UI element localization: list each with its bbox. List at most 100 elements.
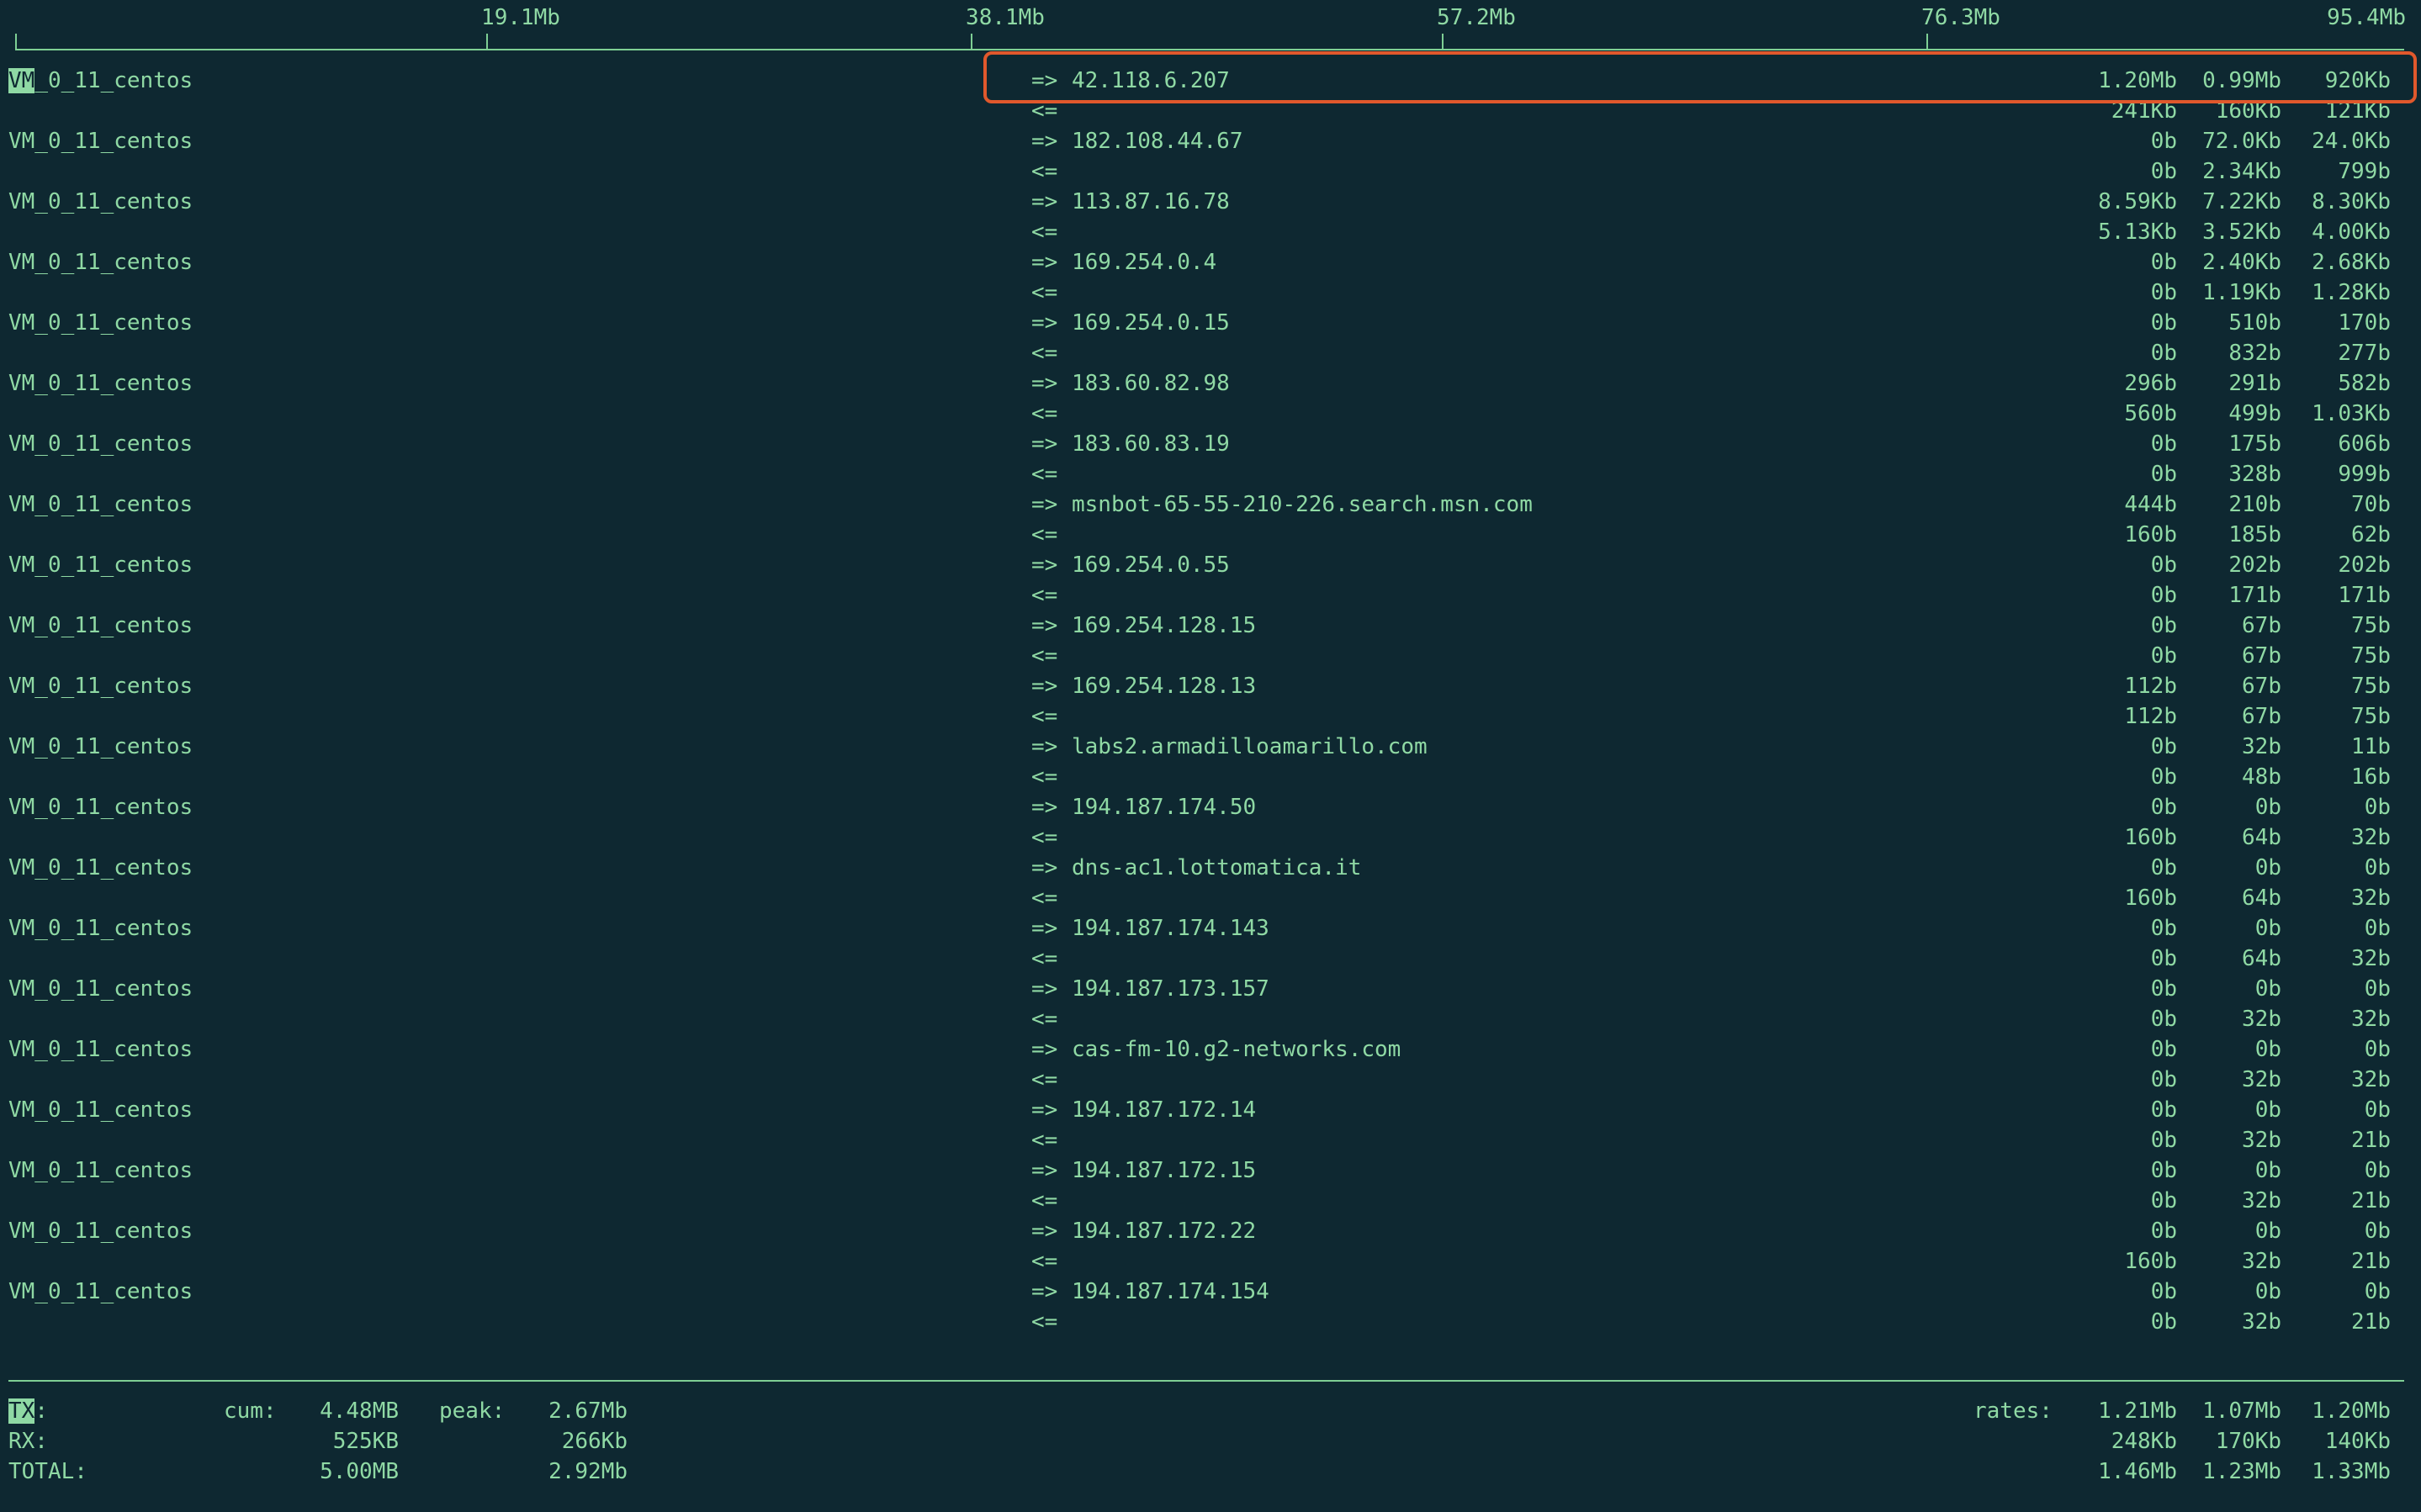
receive-arrow: <= bbox=[1031, 341, 1058, 366]
connection-row[interactable]: VM_0_11_centos => dns-ac1.lottomatica.it 0b… bbox=[0, 853, 2421, 913]
host-name: VM_0_11_centos bbox=[8, 250, 193, 275]
connection-row[interactable]: VM_0_11_centos => 113.87.16.78 8.59Kb 7.22Kb… bbox=[0, 187, 2421, 247]
scale-label: 38.1Mb bbox=[966, 5, 1045, 30]
tx-rate-2s: 0b bbox=[2150, 795, 2177, 820]
connection-row[interactable]: VM_0_11_centos => labs2.armadilloamarillo.… bbox=[0, 732, 2421, 792]
rx-rate-40s: 1.28Kb bbox=[2312, 280, 2391, 305]
host-name: VM_0_11_centos bbox=[8, 734, 193, 759]
remote-host: 182.108.44.67 bbox=[1072, 129, 1243, 154]
remote-host: 194.187.172.14 bbox=[1072, 1097, 1257, 1123]
rx-rate-10s: 32b bbox=[2242, 1309, 2281, 1335]
connection-row[interactable]: VM_0_11_centos => cas-fm-10.g2-networks.co… bbox=[0, 1034, 2421, 1095]
connection-row[interactable]: VM_0_11_centos => 194.187.172.15 0b 0b 0b <= 0b… bbox=[0, 1155, 2421, 1216]
remote-host: 194.187.172.22 bbox=[1072, 1219, 1257, 1244]
connection-row[interactable]: VM_0_11_centos => 194.187.173.157 0b 0b 0b <= 0… bbox=[0, 974, 2421, 1034]
send-arrow: => bbox=[1031, 371, 1058, 396]
rx-rate-40s: 32b bbox=[2351, 825, 2391, 850]
host-name: VM_0_11_centos bbox=[8, 189, 193, 214]
connection-row[interactable]: VM_0_11_centos => 183.60.82.98 296b 291b 582b… bbox=[0, 368, 2421, 429]
tx-rate-10s: 0b bbox=[2254, 855, 2281, 880]
tx-rate-10s: 67b bbox=[2242, 613, 2281, 638]
tx-rate-10s: 0b bbox=[2254, 1037, 2281, 1062]
tx-rate-40s: 0b bbox=[2364, 795, 2391, 820]
connection-row[interactable]: VM_0_11_centos => 169.254.0.15 0b 510b 170b <=… bbox=[0, 308, 2421, 368]
connection-row[interactable]: VM_0_11_centos => 169.254.0.4 0b 2.40Kb 2.68K… bbox=[0, 247, 2421, 308]
host-name: VM_0_11_centos bbox=[8, 916, 193, 941]
rx-rate-10s: 3.52Kb bbox=[2202, 219, 2281, 245]
connection-row[interactable]: VM_0_11_centos => 169.254.128.13 112b 67b 75b… bbox=[0, 671, 2421, 732]
tx-label: TX bbox=[8, 1398, 35, 1424]
rx-rate-10s: 64b bbox=[2242, 825, 2281, 850]
connection-row[interactable]: VM_0_11_centos => 194.187.174.154 0b 0b 0b <= 0… bbox=[0, 1277, 2421, 1337]
tx-rate-10s: 291b bbox=[2228, 371, 2281, 396]
connection-row[interactable]: VM_0_11_centos => 169.254.0.55 0b 202b 202b <=… bbox=[0, 550, 2421, 611]
tx-rate-40s: 8.30Kb bbox=[2312, 189, 2391, 214]
rx-rate-2s: 0b bbox=[2150, 1188, 2177, 1213]
connection-row[interactable]: VM_0_11_centos => msnbot-65-55-210-226.sea… bbox=[0, 489, 2421, 550]
host-name: VM_0_11_centos bbox=[8, 855, 193, 880]
tx-rate-40s: 202b bbox=[2338, 552, 2391, 578]
host-name: VM_0_11_centos bbox=[8, 310, 193, 336]
tx-rate-2s: 0b bbox=[2150, 1158, 2177, 1183]
rx-rate-2s: 0b bbox=[2150, 280, 2177, 305]
rx-rate-40s: 277b bbox=[2338, 341, 2391, 366]
receive-arrow: <= bbox=[1031, 1249, 1058, 1274]
connection-rx-line: <= 0b 328b 999b bbox=[0, 459, 2421, 489]
connection-rx-line: <= 160b 64b 32b bbox=[0, 883, 2421, 913]
send-arrow: => bbox=[1031, 916, 1058, 941]
tx-rate-10s: 0b bbox=[2254, 1097, 2281, 1123]
rx-rate-40s: 32b bbox=[2351, 1007, 2391, 1032]
receive-arrow: <= bbox=[1031, 280, 1058, 305]
send-arrow: => bbox=[1031, 613, 1058, 638]
connection-tx-line: VM_0_11_centos => 194.187.173.157 0b 0b 0b bbox=[0, 974, 2421, 1004]
remote-host: 169.254.0.15 bbox=[1072, 310, 1230, 336]
rx-rate-40s: 799b bbox=[2338, 159, 2391, 184]
tx-rate-10s: 0b bbox=[2254, 795, 2281, 820]
scale-tick bbox=[971, 34, 972, 50]
connection-row[interactable]: VM_0_11_centos => 182.108.44.67 0b 72.0Kb 24.… bbox=[0, 126, 2421, 187]
connection-row[interactable]: VM_0_11_centos => 194.187.174.50 0b 0b 0b <= 16… bbox=[0, 792, 2421, 853]
connection-row[interactable]: VM_0_11_centos => 169.254.128.15 0b 67b 75b <=… bbox=[0, 611, 2421, 671]
send-arrow: => bbox=[1031, 1219, 1058, 1244]
receive-arrow: <= bbox=[1031, 583, 1058, 608]
connection-tx-line: VM_0_11_centos => 183.60.82.98 296b 291b 582b bbox=[0, 368, 2421, 399]
connection-rx-line: <= 0b 171b 171b bbox=[0, 580, 2421, 611]
connection-tx-line: VM_0_11_centos => 169.254.128.13 112b 67b 75b bbox=[0, 671, 2421, 701]
tx-rate-40s: 0b bbox=[2364, 916, 2391, 941]
tx-rate-10s: 72.0Kb bbox=[2202, 129, 2281, 154]
rx-rate-10s: 32b bbox=[2242, 1007, 2281, 1032]
rx-rate-2s: 5.13Kb bbox=[2098, 219, 2177, 245]
connection-tx-line: VM_0_11_centos => 169.254.128.15 0b 67b 75b bbox=[0, 611, 2421, 641]
tx-rate-40s: 582b bbox=[2338, 371, 2391, 396]
connection-row[interactable]: VM_0_11_centos => 194.187.172.14 0b 0b 0b <= 0b… bbox=[0, 1095, 2421, 1155]
connection-rx-line: <= 0b 64b 32b bbox=[0, 944, 2421, 974]
connection-rx-line: <= 0b 48b 16b bbox=[0, 762, 2421, 792]
tx-rate-10s: 210b bbox=[2228, 492, 2281, 517]
tx-rate-2s: 296b bbox=[2124, 371, 2177, 396]
host-name: VM_0_11_centos bbox=[8, 976, 193, 1002]
remote-host: 169.254.128.15 bbox=[1072, 613, 1257, 638]
rx-rate-10s: 328b bbox=[2228, 462, 2281, 487]
rx-rate-2s: 560b bbox=[2124, 401, 2177, 426]
tx-rate-40s: 0b bbox=[2364, 1097, 2391, 1123]
rx-rate-40s: 999b bbox=[2338, 462, 2391, 487]
send-arrow: => bbox=[1031, 976, 1058, 1002]
rx-peak-value: 266Kb bbox=[561, 1429, 628, 1454]
receive-arrow: <= bbox=[1031, 704, 1058, 729]
remote-host: 169.254.0.4 bbox=[1072, 250, 1217, 275]
connection-rx-line: <= 0b 832b 277b bbox=[0, 338, 2421, 368]
connection-row[interactable]: VM_0_11_centos => 194.187.172.22 0b 0b 0b <= 16… bbox=[0, 1216, 2421, 1277]
tx-cum-value: 4.48MB bbox=[320, 1398, 399, 1424]
remote-host: 183.60.82.98 bbox=[1072, 371, 1230, 396]
rx-rate-10s: 64b bbox=[2242, 886, 2281, 911]
totals-panel: TX: cum: 4.48MB peak: 2.67Mb rates: 1.21… bbox=[0, 1396, 2421, 1487]
receive-arrow: <= bbox=[1031, 764, 1058, 790]
total-rate-40s: 1.33Mb bbox=[2312, 1459, 2391, 1484]
connection-row[interactable]: VM_0_11_centos => 194.187.174.143 0b 0b 0b <= 0… bbox=[0, 913, 2421, 974]
tx-rate-10s: 175b bbox=[2228, 431, 2281, 457]
receive-arrow: <= bbox=[1031, 1128, 1058, 1153]
tx-rate-40s: 606b bbox=[2338, 431, 2391, 457]
connection-row[interactable]: VM_0_11_centos => 183.60.83.19 0b 175b 606b <=… bbox=[0, 429, 2421, 489]
total-peak-value: 2.92Mb bbox=[548, 1459, 628, 1484]
rx-rate-2s: 112b bbox=[2124, 704, 2177, 729]
